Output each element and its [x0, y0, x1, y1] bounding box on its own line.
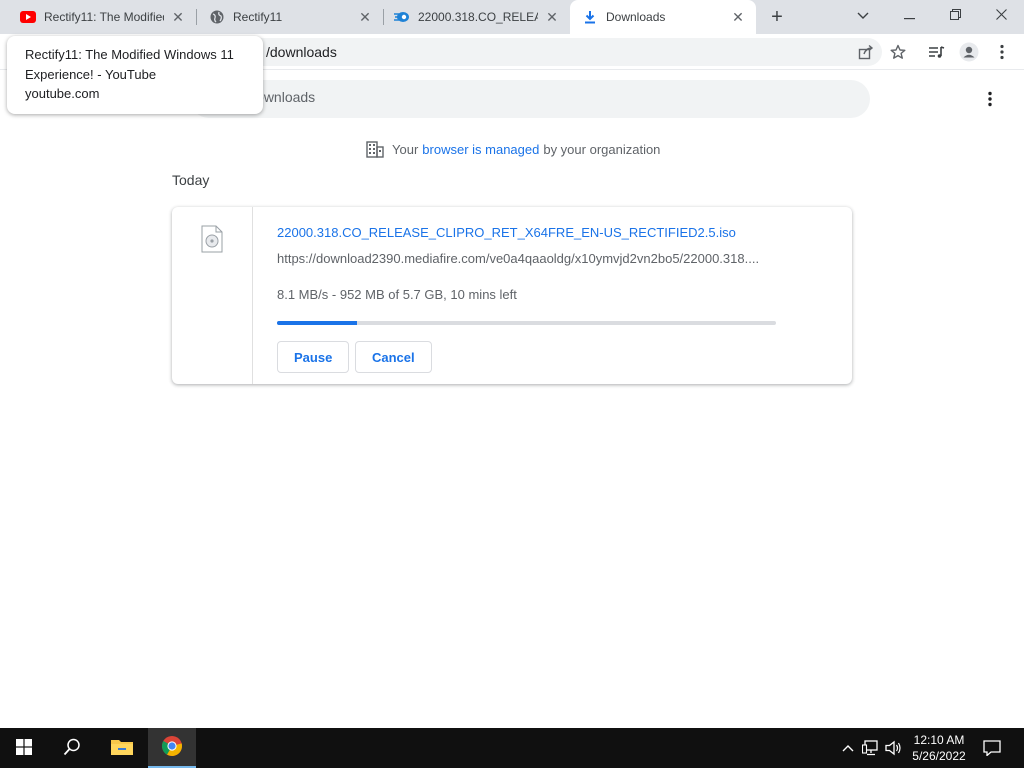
managed-suffix: by your organization	[543, 141, 661, 157]
new-tab-button[interactable]: +	[766, 6, 788, 28]
notification-center-icon[interactable]	[982, 738, 1002, 758]
tab-rectify11[interactable]: Rectify11 ✕	[197, 0, 383, 34]
download-status: 8.1 MB/s - 952 MB of 5.7 GB, 10 mins lef…	[277, 287, 517, 302]
browser-menu-icon[interactable]	[992, 42, 1012, 62]
tab-search-button[interactable]	[840, 0, 886, 30]
folder-icon	[110, 738, 134, 759]
tab-title: Rectify11: The Modified Windows 11 Exper…	[44, 10, 164, 24]
file-icon	[201, 225, 223, 253]
restore-button[interactable]	[932, 0, 978, 30]
minimize-icon	[903, 7, 915, 23]
profile-avatar-icon[interactable]	[959, 42, 979, 62]
start-button[interactable]	[0, 728, 48, 768]
tab-downloads[interactable]: Downloads ✕	[570, 0, 756, 34]
downloads-more-actions-icon[interactable]	[980, 88, 1000, 110]
close-tab-icon[interactable]: ✕	[730, 9, 746, 25]
building-icon	[366, 140, 384, 158]
close-icon	[995, 7, 1007, 23]
globe-icon	[209, 9, 225, 25]
taskbar-file-explorer[interactable]	[98, 728, 146, 768]
reading-list-icon[interactable]	[927, 42, 947, 62]
file-icon-column	[172, 207, 253, 384]
close-tab-icon[interactable]: ✕	[357, 9, 373, 25]
network-icon[interactable]	[861, 738, 881, 758]
volume-icon[interactable]	[884, 738, 904, 758]
chrome-icon	[161, 735, 183, 760]
bookmark-star-icon[interactable]	[888, 42, 908, 62]
windows-taskbar: 12:10 AM 5/26/2022	[0, 728, 1024, 768]
cancel-button[interactable]: Cancel	[355, 341, 432, 373]
taskbar-search-button[interactable]	[48, 728, 96, 768]
managed-notice: Your browser is managed by your organiza…	[366, 140, 660, 158]
close-tab-icon[interactable]: ✕	[544, 9, 560, 25]
tab-youtube[interactable]: Rectify11: The Modified Windows 11 Exper…	[0, 0, 196, 34]
managed-prefix: Your	[392, 141, 419, 157]
show-hidden-icons-chevron-up-icon[interactable]	[838, 738, 858, 758]
tab-title: 22000.318.CO_RELEASE_CLIPRO_RET_X64FRE_E…	[418, 10, 538, 24]
tab-hover-card: Rectify11: The Modified Windows 11 Exper…	[7, 36, 263, 114]
download-icon	[582, 9, 598, 25]
youtube-icon	[20, 9, 36, 25]
clock-date: 5/26/2022	[912, 749, 966, 763]
download-progress-bar	[277, 321, 776, 325]
hover-card-domain: youtube.com	[25, 86, 100, 101]
chevron-down-icon	[857, 7, 869, 23]
taskbar-chrome[interactable]	[148, 728, 196, 768]
tab-title: Downloads	[606, 10, 666, 24]
share-icon[interactable]	[856, 42, 876, 62]
download-filename-link[interactable]: 22000.318.CO_RELEASE_CLIPRO_RET_X64FRE_E…	[277, 225, 736, 240]
search-icon	[63, 738, 81, 759]
tab-title: Rectify11	[233, 10, 283, 24]
minimize-button[interactable]	[886, 0, 932, 30]
download-item-card: 22000.318.CO_RELEASE_CLIPRO_RET_X64FRE_E…	[172, 207, 852, 384]
downloads-search-bar[interactable]	[190, 80, 870, 118]
restore-icon	[949, 7, 961, 23]
mediafire-icon	[394, 9, 410, 25]
address-url[interactable]: /downloads	[266, 44, 337, 60]
date-section-title: Today	[172, 172, 210, 188]
managed-link[interactable]: browser is managed	[422, 142, 539, 157]
hover-card-title: Rectify11: The Modified Windows 11 Exper…	[25, 47, 234, 82]
download-progress-fill	[277, 321, 357, 325]
pause-button[interactable]: Pause	[277, 341, 350, 373]
tab-mediafire[interactable]: 22000.318.CO_RELEASE_CLIPRO_RET_X64FRE_E…	[384, 0, 570, 34]
taskbar-clock[interactable]: 12:10 AM 5/26/2022	[905, 732, 973, 764]
download-source-url[interactable]: https://download2390.mediafire.com/ve0a4…	[277, 251, 759, 266]
close-window-button[interactable]	[978, 0, 1024, 30]
tab-strip: Rectify11: The Modified Windows 11 Exper…	[0, 0, 1024, 34]
windows-logo-icon	[16, 738, 32, 758]
close-tab-icon[interactable]: ✕	[170, 9, 186, 25]
clock-time: 12:10 AM	[913, 733, 965, 747]
